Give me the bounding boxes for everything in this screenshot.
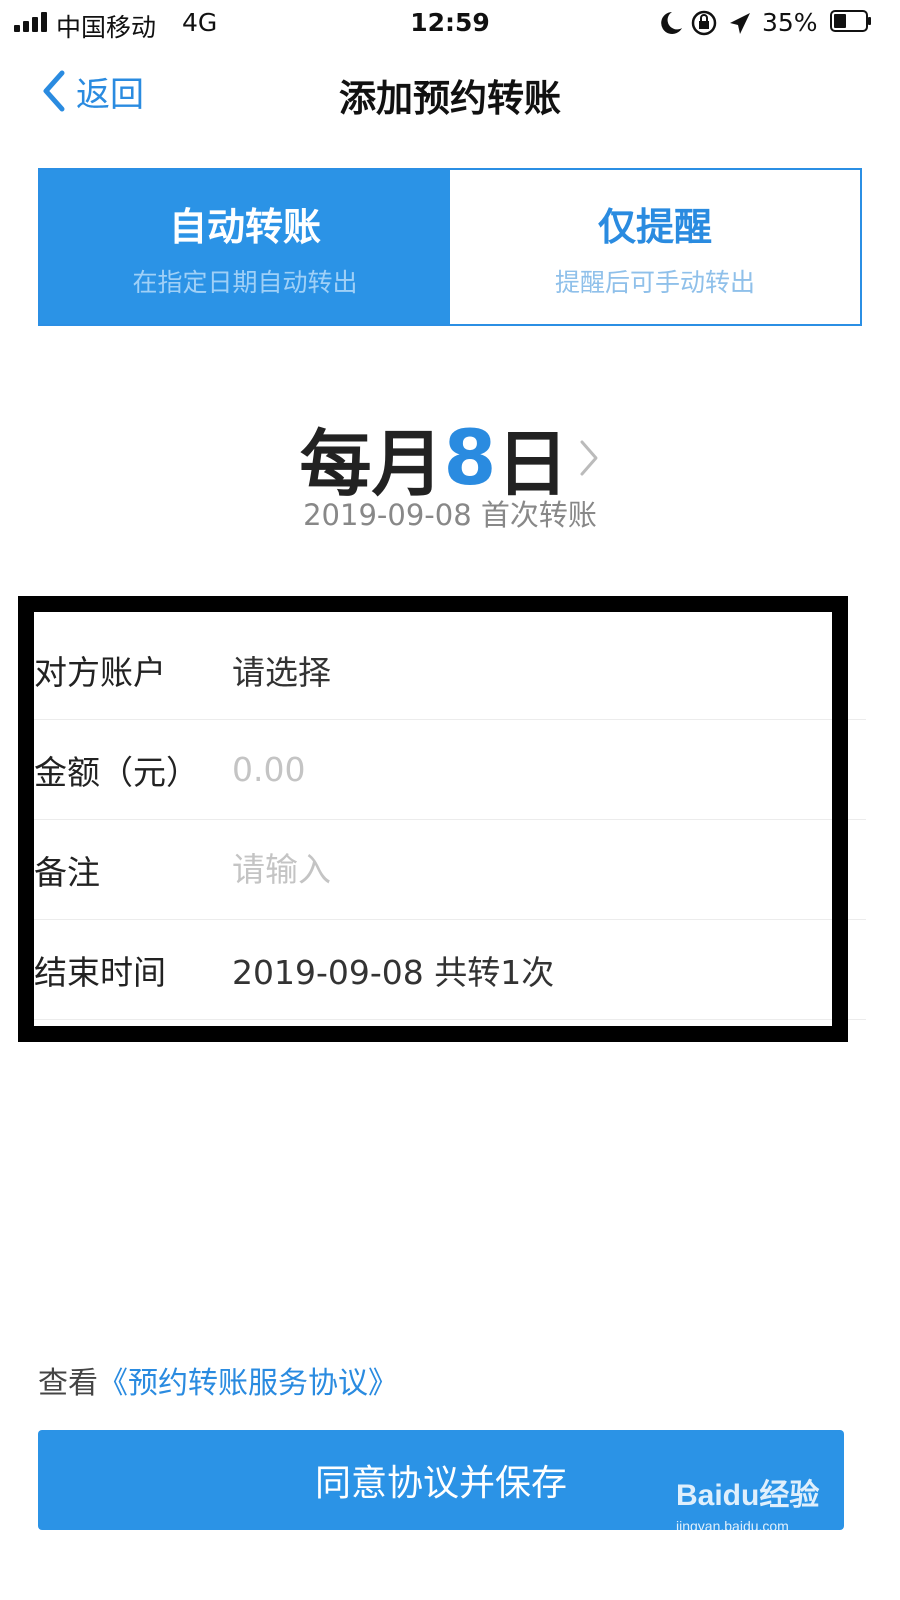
baidu-watermark: Baidu经验 jingyan.baidu.com <box>676 1470 876 1550</box>
moon-icon <box>661 12 682 34</box>
location-icon <box>730 13 750 34</box>
tab-reminder-only-subtitle: 提醒后可手动转出 <box>554 267 755 297</box>
tab-reminder-only[interactable]: 仅提醒 提醒后可手动转出 <box>450 170 860 324</box>
transfer-mode-tabs: 自动转账 在指定日期自动转出 仅提醒 提醒后可手动转出 <box>38 168 862 326</box>
agreement-link[interactable]: 《预约转账服务协议》 <box>98 1366 398 1401</box>
highlight-frame <box>18 596 848 1042</box>
watermark-logo: Baidu经验 <box>676 1479 820 1512</box>
battery-icon <box>830 10 871 32</box>
tab-auto-transfer-subtitle: 在指定日期自动转出 <box>132 267 358 297</box>
schedule-day: 8 <box>443 413 497 502</box>
tab-reminder-only-title: 仅提醒 <box>597 204 712 249</box>
page-title: 添加预约转账 <box>339 77 561 120</box>
battery-percent: 35% <box>762 8 818 37</box>
agreement-line: 查看《预约转账服务协议》 <box>38 1358 398 1402</box>
moon-lock-location-icons <box>661 10 750 36</box>
rotation-lock-icon <box>691 10 717 36</box>
chevron-right-icon <box>580 440 598 475</box>
tab-auto-transfer[interactable]: 自动转账 在指定日期自动转出 <box>40 170 450 324</box>
watermark-url: jingyan.baidu.com <box>676 1518 789 1534</box>
status-bar: 中国移动 4G 12:59 35% <box>0 0 900 46</box>
tab-auto-transfer-title: 自动转账 <box>168 204 321 249</box>
agreement-prefix: 查看 <box>38 1366 98 1401</box>
first-transfer-date: 2019-09-08 首次转账 <box>303 498 597 532</box>
